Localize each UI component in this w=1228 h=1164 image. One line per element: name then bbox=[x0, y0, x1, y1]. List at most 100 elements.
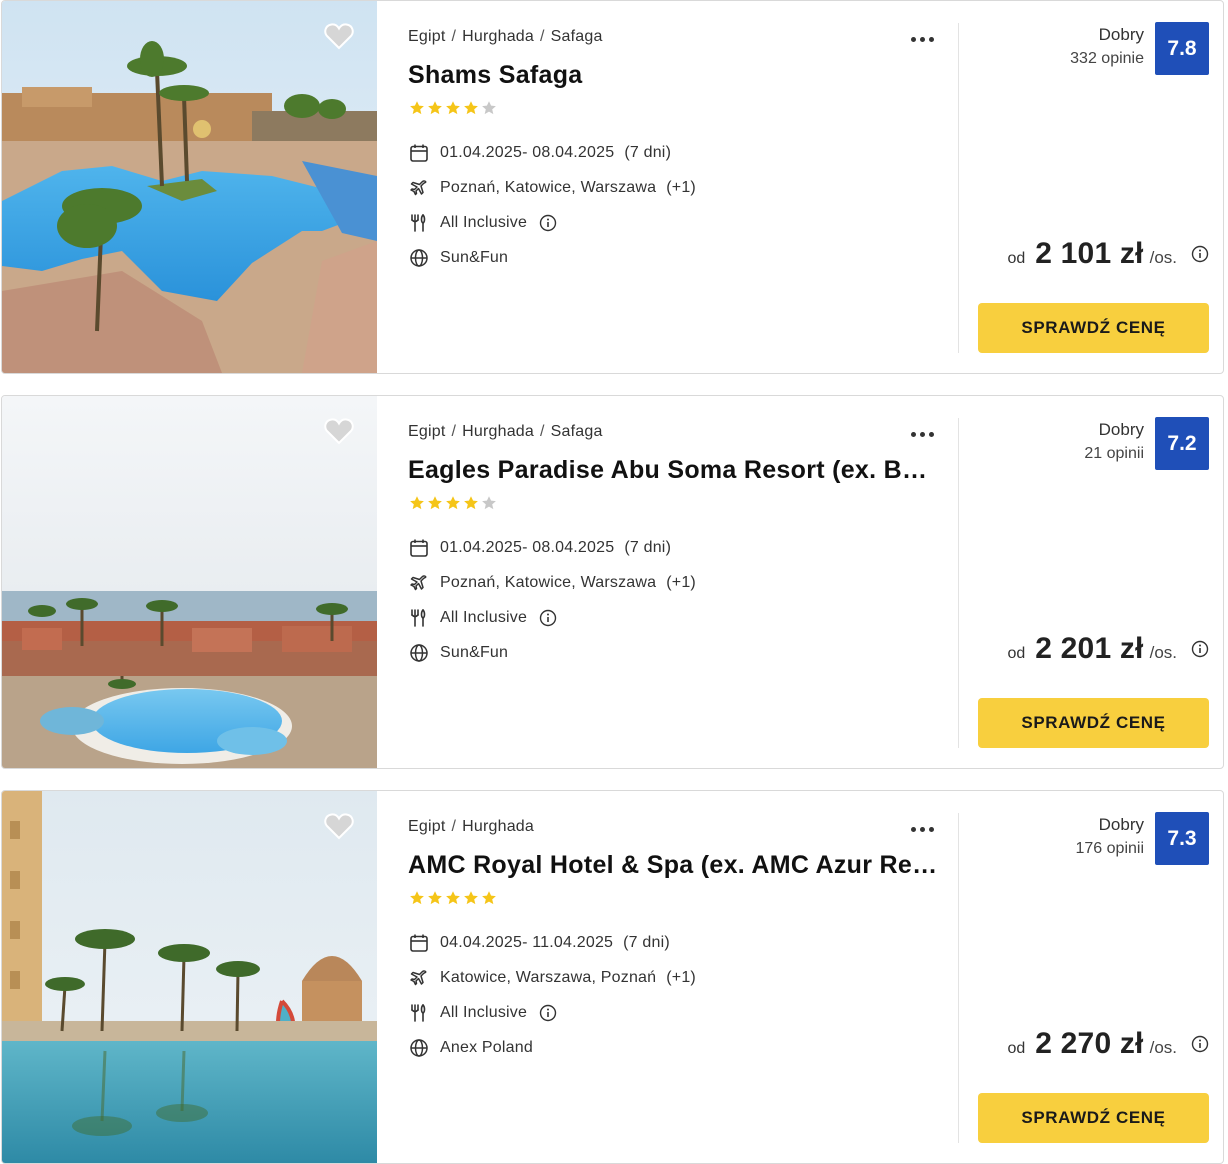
departure-more[interactable]: (+1) bbox=[666, 574, 696, 592]
rating-summary[interactable]: Dobry 332 opinie bbox=[1070, 23, 1144, 71]
price-info-icon[interactable] bbox=[1191, 245, 1209, 263]
star-rating bbox=[409, 100, 497, 116]
operator-row: Sun&Fun bbox=[408, 635, 696, 670]
rating-summary[interactable]: Dobry 21 opinii bbox=[1084, 418, 1144, 466]
star-filled-icon bbox=[428, 101, 442, 115]
more-options-icon[interactable] bbox=[906, 426, 938, 442]
star-filled-icon bbox=[482, 891, 496, 905]
globe-icon bbox=[408, 642, 430, 664]
breadcrumb-region[interactable]: Hurghada bbox=[462, 28, 534, 45]
check-price-button[interactable]: SPRAWDŹ CENĘ bbox=[978, 303, 1209, 353]
globe-icon bbox=[408, 1037, 430, 1059]
price-amount: 2 101 zł bbox=[1035, 237, 1144, 270]
breadcrumb: Egipt / Hurghada / Safaga bbox=[408, 423, 603, 440]
board-row: All Inclusive bbox=[408, 205, 696, 240]
offer-card[interactable]: Egipt / Hurghada AMC Royal Hotel & Spa (ex… bbox=[1, 790, 1224, 1164]
hotel-photo[interactable] bbox=[2, 791, 377, 1163]
breadcrumb-region[interactable]: Hurghada bbox=[462, 818, 534, 835]
breadcrumb-region[interactable]: Hurghada bbox=[462, 423, 534, 440]
breadcrumb-city[interactable]: Safaga bbox=[551, 423, 603, 440]
info-icon[interactable] bbox=[539, 1004, 557, 1022]
rating-word: Dobry bbox=[1098, 420, 1144, 439]
operator-row: Anex Poland bbox=[408, 1030, 696, 1065]
more-options-icon[interactable] bbox=[906, 821, 938, 837]
departure-more[interactable]: (+1) bbox=[666, 179, 696, 197]
price-info-icon[interactable] bbox=[1191, 640, 1209, 658]
info-icon[interactable] bbox=[539, 609, 557, 627]
plane-icon bbox=[408, 572, 430, 594]
star-empty-icon bbox=[482, 496, 496, 510]
departure-row: Poznań, Katowice, Warszawa (+1) bbox=[408, 170, 696, 205]
board-row: All Inclusive bbox=[408, 995, 696, 1030]
breadcrumb-country[interactable]: Egipt bbox=[408, 28, 445, 45]
price-prefix: od bbox=[1007, 250, 1026, 267]
price-info-icon[interactable] bbox=[1191, 1035, 1209, 1053]
plane-icon bbox=[408, 177, 430, 199]
hotel-name[interactable]: AMC Royal Hotel & Spa (ex. AMC Azur Res… bbox=[408, 851, 938, 880]
departure-more[interactable]: (+1) bbox=[666, 969, 696, 987]
plane-icon bbox=[408, 967, 430, 989]
departure-cities: Katowice, Warszawa, Poznań bbox=[440, 968, 657, 986]
dates-row: 04.04.2025- 11.04.2025 (7 dni) bbox=[408, 925, 696, 960]
favorite-heart-icon[interactable] bbox=[322, 414, 356, 448]
travel-dates: 01.04.2025- 08.04.2025 bbox=[440, 538, 615, 556]
board-type: All Inclusive bbox=[440, 213, 528, 231]
star-filled-icon bbox=[410, 891, 424, 905]
board-type: All Inclusive bbox=[440, 608, 528, 626]
board-row: All Inclusive bbox=[408, 600, 696, 635]
more-options-icon[interactable] bbox=[906, 31, 938, 47]
review-count[interactable]: 21 opinii bbox=[1084, 442, 1144, 466]
price-prefix: od bbox=[1007, 1040, 1026, 1057]
star-filled-icon bbox=[446, 101, 460, 115]
price-line: od 2 101 zł /os. bbox=[1007, 237, 1209, 271]
operator-row: Sun&Fun bbox=[408, 240, 696, 275]
score-badge: 7.2 bbox=[1155, 417, 1209, 470]
travel-duration: (7 dni) bbox=[624, 143, 672, 161]
cutlery-icon bbox=[408, 212, 430, 234]
travel-dates: 01.04.2025- 08.04.2025 bbox=[440, 143, 615, 161]
price-per-person: /os. bbox=[1149, 1038, 1177, 1057]
score-badge: 7.8 bbox=[1155, 22, 1209, 75]
cutlery-icon bbox=[408, 1002, 430, 1024]
price-amount: 2 201 zł bbox=[1035, 632, 1144, 665]
hotel-name[interactable]: Eagles Paradise Abu Soma Resort (ex. Ba… bbox=[408, 456, 938, 485]
star-filled-icon bbox=[464, 891, 478, 905]
travel-dates: 04.04.2025- 11.04.2025 bbox=[440, 933, 614, 951]
rating-word: Dobry bbox=[1098, 815, 1144, 834]
price-per-person: /os. bbox=[1149, 643, 1177, 662]
offer-card[interactable]: Egipt / Hurghada / Safaga Eagles Paradise Ab… bbox=[1, 395, 1224, 769]
board-type: All Inclusive bbox=[440, 1003, 528, 1021]
hotel-photo[interactable] bbox=[2, 396, 377, 768]
breadcrumb-country[interactable]: Egipt bbox=[408, 423, 445, 440]
star-empty-icon bbox=[482, 101, 496, 115]
hotel-photo-resort-sea bbox=[2, 396, 377, 768]
tour-operator: Sun&Fun bbox=[440, 248, 509, 266]
check-price-button[interactable]: SPRAWDŹ CENĘ bbox=[978, 1093, 1209, 1143]
dates-row: 01.04.2025- 08.04.2025 (7 dni) bbox=[408, 135, 696, 170]
calendar-icon bbox=[408, 142, 430, 164]
hotel-photo[interactable] bbox=[2, 1, 377, 373]
departure-row: Katowice, Warszawa, Poznań (+1) bbox=[408, 960, 696, 995]
star-filled-icon bbox=[428, 496, 442, 510]
breadcrumb-country[interactable]: Egipt bbox=[408, 818, 445, 835]
check-price-button[interactable]: SPRAWDŹ CENĘ bbox=[978, 698, 1209, 748]
price-prefix: od bbox=[1007, 645, 1026, 662]
travel-duration: (7 dni) bbox=[623, 933, 670, 951]
travel-duration: (7 dni) bbox=[624, 538, 672, 556]
calendar-icon bbox=[408, 537, 430, 559]
rating-summary[interactable]: Dobry 176 opinii bbox=[1076, 813, 1145, 861]
calendar-icon bbox=[408, 932, 430, 954]
offer-card[interactable]: Egipt / Hurghada / Safaga Shams Safaga 01.04… bbox=[1, 0, 1224, 374]
star-filled-icon bbox=[428, 891, 442, 905]
review-count[interactable]: 176 opinii bbox=[1076, 837, 1145, 861]
info-icon[interactable] bbox=[539, 214, 557, 232]
favorite-heart-icon[interactable] bbox=[322, 19, 356, 53]
breadcrumb: Egipt / Hurghada bbox=[408, 818, 534, 835]
price-amount: 2 270 zł bbox=[1035, 1027, 1144, 1060]
hotel-name[interactable]: Shams Safaga bbox=[408, 61, 938, 90]
rating-word: Dobry bbox=[1098, 25, 1144, 44]
breadcrumb-city[interactable]: Safaga bbox=[551, 28, 603, 45]
star-filled-icon bbox=[464, 101, 478, 115]
review-count[interactable]: 332 opinie bbox=[1070, 47, 1144, 71]
favorite-heart-icon[interactable] bbox=[322, 809, 356, 843]
